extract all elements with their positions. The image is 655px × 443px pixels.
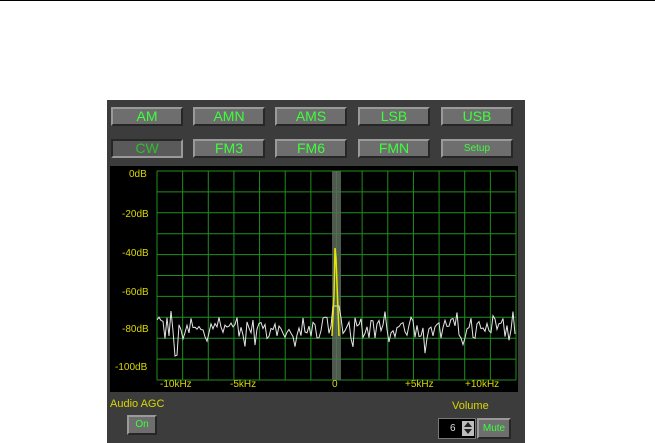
- spinner-arrows-icon[interactable]: [462, 421, 474, 436]
- agc-on-button[interactable]: On: [127, 415, 157, 435]
- spin-down-icon[interactable]: [464, 429, 472, 434]
- mode-button-fm6[interactable]: FM6: [275, 139, 347, 158]
- volume-label: Volume: [452, 400, 489, 412]
- db-label-100: -100dB: [115, 362, 148, 373]
- freq-label-minus5: -5kHz: [230, 379, 257, 390]
- db-label-0: 0dB: [129, 169, 147, 180]
- audio-agc-label: Audio AGC: [110, 398, 165, 410]
- volume-spinner[interactable]: 6: [438, 418, 476, 439]
- mode-button-cw[interactable]: CW: [111, 139, 183, 158]
- db-label-60: -60dB: [122, 287, 149, 298]
- volume-value: 6: [450, 423, 456, 434]
- mode-button-lsb[interactable]: LSB: [358, 107, 430, 126]
- freq-label-plus10: +10kHz: [465, 379, 500, 390]
- spin-up-icon[interactable]: [464, 422, 472, 427]
- freq-label-minus10: -10kHz: [160, 379, 192, 390]
- mode-button-ams[interactable]: AMS: [275, 107, 347, 126]
- mode-button-am[interactable]: AM: [111, 107, 183, 126]
- spectrum-plot: [156, 170, 517, 381]
- db-label-20: -20dB: [122, 209, 149, 220]
- setup-button[interactable]: Setup: [441, 139, 513, 158]
- freq-label-0: 0: [332, 379, 338, 390]
- mode-button-fmn[interactable]: FMN: [358, 139, 430, 158]
- mode-button-fm3[interactable]: FM3: [193, 139, 265, 158]
- mute-button[interactable]: Mute: [477, 418, 511, 439]
- db-label-40: -40dB: [122, 248, 149, 259]
- mode-button-usb[interactable]: USB: [441, 107, 513, 126]
- mode-button-amn[interactable]: AMN: [193, 107, 265, 126]
- freq-label-plus5: +5kHz: [405, 379, 434, 390]
- top-divider-line: [0, 0, 655, 1]
- db-label-80: -80dB: [122, 324, 149, 335]
- spectrum-display: [110, 166, 518, 392]
